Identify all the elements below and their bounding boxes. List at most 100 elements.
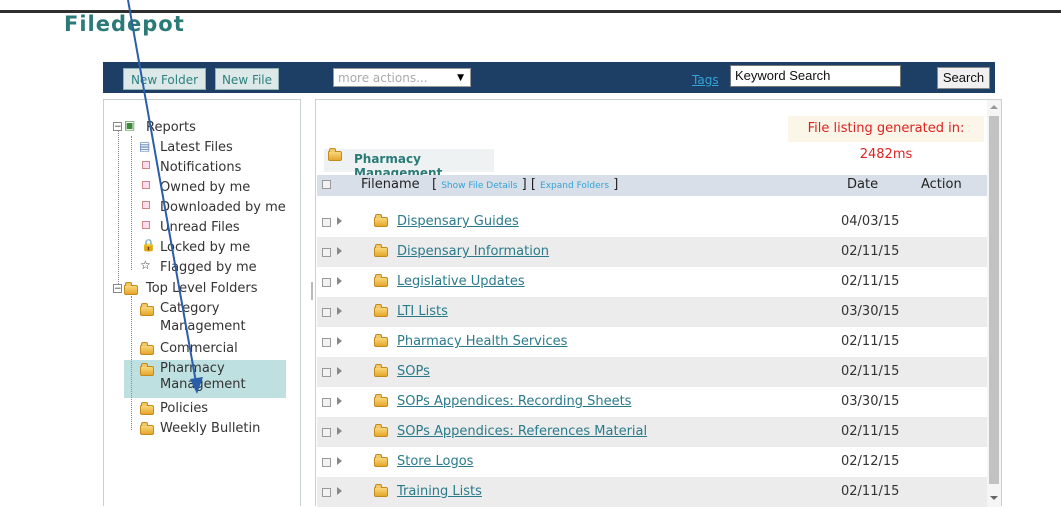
folder-icon	[374, 244, 388, 257]
new-file-button[interactable]: New File	[215, 68, 279, 90]
folder-link[interactable]: Dispensary Information	[397, 244, 549, 259]
new-folder-button[interactable]: New Folder	[123, 68, 206, 90]
table-row[interactable]: Store Logos 02/12/15	[317, 447, 987, 477]
row-date: 03/30/15	[841, 394, 900, 409]
folder-link[interactable]: Pharmacy Health Services	[397, 334, 567, 349]
tree-item-locked[interactable]: Locked by me	[160, 240, 250, 255]
row-date: 02/11/15	[841, 484, 900, 499]
table-row[interactable]: Legislative Updates 02/11/15	[317, 267, 987, 297]
expand-arrow-icon[interactable]	[337, 427, 342, 435]
search-button[interactable]: Search	[937, 67, 990, 89]
folder-link[interactable]: Training Lists	[397, 484, 482, 499]
folder-link[interactable]: SOPs	[397, 364, 430, 379]
tree-item-reports[interactable]: Reports	[146, 120, 196, 135]
row-date: 02/11/15	[841, 274, 900, 289]
table-row[interactable]: LTI Lists 03/30/15	[317, 297, 987, 327]
expand-arrow-icon[interactable]	[337, 277, 342, 285]
row-checkbox[interactable]	[322, 368, 331, 377]
expand-arrow-icon[interactable]	[337, 457, 342, 465]
row-checkbox[interactable]	[322, 278, 331, 287]
expand-arrow-icon[interactable]	[337, 487, 342, 495]
tags-link[interactable]: Tags	[692, 73, 719, 87]
folder-icon	[374, 424, 388, 437]
row-checkbox[interactable]	[322, 428, 331, 437]
row-date: 04/03/15	[841, 214, 900, 229]
tree-item-pharmacy-management[interactable]: Pharmacy Management	[160, 361, 246, 392]
table-row[interactable]: SOPs Appendices: Recording Sheets 03/30/…	[317, 387, 987, 417]
scroll-up-icon[interactable]	[990, 105, 998, 109]
more-actions-select[interactable]: more actions... ▼	[333, 68, 471, 87]
row-checkbox[interactable]	[322, 488, 331, 497]
tree-item-downloaded[interactable]: Downloaded by me	[160, 200, 286, 215]
collapse-top-level-icon[interactable]: −	[113, 284, 122, 294]
expand-arrow-icon[interactable]	[337, 307, 342, 315]
row-checkbox[interactable]	[322, 308, 331, 317]
folder-link[interactable]: Store Logos	[397, 454, 473, 469]
dropdown-caret-icon: ▼	[457, 73, 464, 83]
tree-item-top-level-folders[interactable]: Top Level Folders	[146, 281, 257, 296]
folder-icon	[374, 484, 388, 497]
row-checkbox[interactable]	[322, 398, 331, 407]
lock-icon: 🔒	[141, 238, 156, 252]
scroll-down-icon[interactable]	[990, 496, 998, 500]
tree-item-flagged[interactable]: Flagged by me	[160, 260, 257, 275]
collapse-reports-icon[interactable]: −	[113, 122, 122, 132]
folder-link[interactable]: Legislative Updates	[397, 274, 525, 289]
more-actions-label: more actions...	[338, 71, 428, 85]
tree-item-latest-files[interactable]: Latest Files	[160, 140, 233, 155]
tree-item-commercial[interactable]: Commercial	[160, 341, 238, 356]
file-options: [ Show File Details ] [ Expand Folders ]	[432, 177, 619, 192]
table-row[interactable]: Pharmacy Health Services 02/11/15	[317, 327, 987, 357]
tree-item-weekly-bulletin[interactable]: Weekly Bulletin	[160, 421, 260, 436]
table-row[interactable]: Dispensary Information 02/11/15	[317, 237, 987, 267]
expand-arrow-icon[interactable]	[337, 397, 342, 405]
folder-icon	[124, 282, 138, 295]
row-checkbox[interactable]	[322, 338, 331, 347]
tree-item-unread[interactable]: Unread Files	[160, 220, 240, 235]
panel-resize-handle[interactable]	[311, 282, 313, 300]
expand-arrow-icon[interactable]	[337, 217, 342, 225]
tree-item-owned[interactable]: Owned by me	[160, 180, 250, 195]
select-all-checkbox[interactable]	[322, 180, 331, 189]
unread-icon	[142, 221, 150, 229]
row-checkbox[interactable]	[322, 248, 331, 257]
expand-arrow-icon[interactable]	[337, 367, 342, 375]
column-filename: Filename	[361, 177, 420, 192]
row-date: 02/11/15	[841, 364, 900, 379]
folder-icon	[374, 454, 388, 467]
folder-link[interactable]: LTI Lists	[397, 304, 448, 319]
listing-timing-notice: File listing generated in: 2482ms	[788, 116, 984, 162]
row-date: 02/12/15	[841, 454, 900, 469]
reports-icon: ▣	[124, 118, 136, 132]
row-date: 03/30/15	[841, 304, 900, 319]
folder-icon	[374, 334, 388, 347]
star-icon: ☆	[140, 258, 151, 272]
table-row[interactable]: SOPs Appendices: References Material 02/…	[317, 417, 987, 447]
table-row[interactable]: Dispensary Guides 04/03/15	[317, 207, 987, 237]
listing-scrollbar[interactable]	[987, 100, 1001, 507]
table-row[interactable]: SOPs 02/11/15	[317, 357, 987, 387]
tree-item-label: Management	[160, 377, 246, 392]
folder-icon	[374, 274, 388, 287]
downloaded-icon	[142, 201, 150, 209]
tree-item-category-management[interactable]: Category Management	[160, 301, 246, 334]
tree-connector	[131, 136, 132, 270]
brand-logo[interactable]: Filedepot	[64, 12, 185, 36]
show-file-details-link[interactable]: Show File Details	[441, 181, 517, 191]
expand-arrow-icon[interactable]	[337, 337, 342, 345]
keyword-search-input[interactable]: Keyword Search	[730, 65, 901, 87]
expand-folders-link[interactable]: Expand Folders	[540, 181, 609, 191]
tree-item-policies[interactable]: Policies	[160, 401, 208, 416]
table-row[interactable]: Training Lists 02/11/15	[317, 477, 987, 507]
tree-connector	[131, 296, 132, 430]
row-checkbox[interactable]	[322, 458, 331, 467]
tree-item-notifications[interactable]: Notifications	[160, 160, 241, 175]
scrollbar-thumb[interactable]	[989, 116, 999, 484]
listing-header: Filename [ Show File Details ] [ Expand …	[317, 175, 987, 196]
folder-link[interactable]: Dispensary Guides	[397, 214, 519, 229]
expand-arrow-icon[interactable]	[337, 247, 342, 255]
folder-link[interactable]: SOPs Appendices: Recording Sheets	[397, 394, 631, 409]
folder-link[interactable]: SOPs Appendices: References Material	[397, 424, 647, 439]
row-checkbox[interactable]	[322, 218, 331, 227]
folder-icon	[374, 214, 388, 227]
